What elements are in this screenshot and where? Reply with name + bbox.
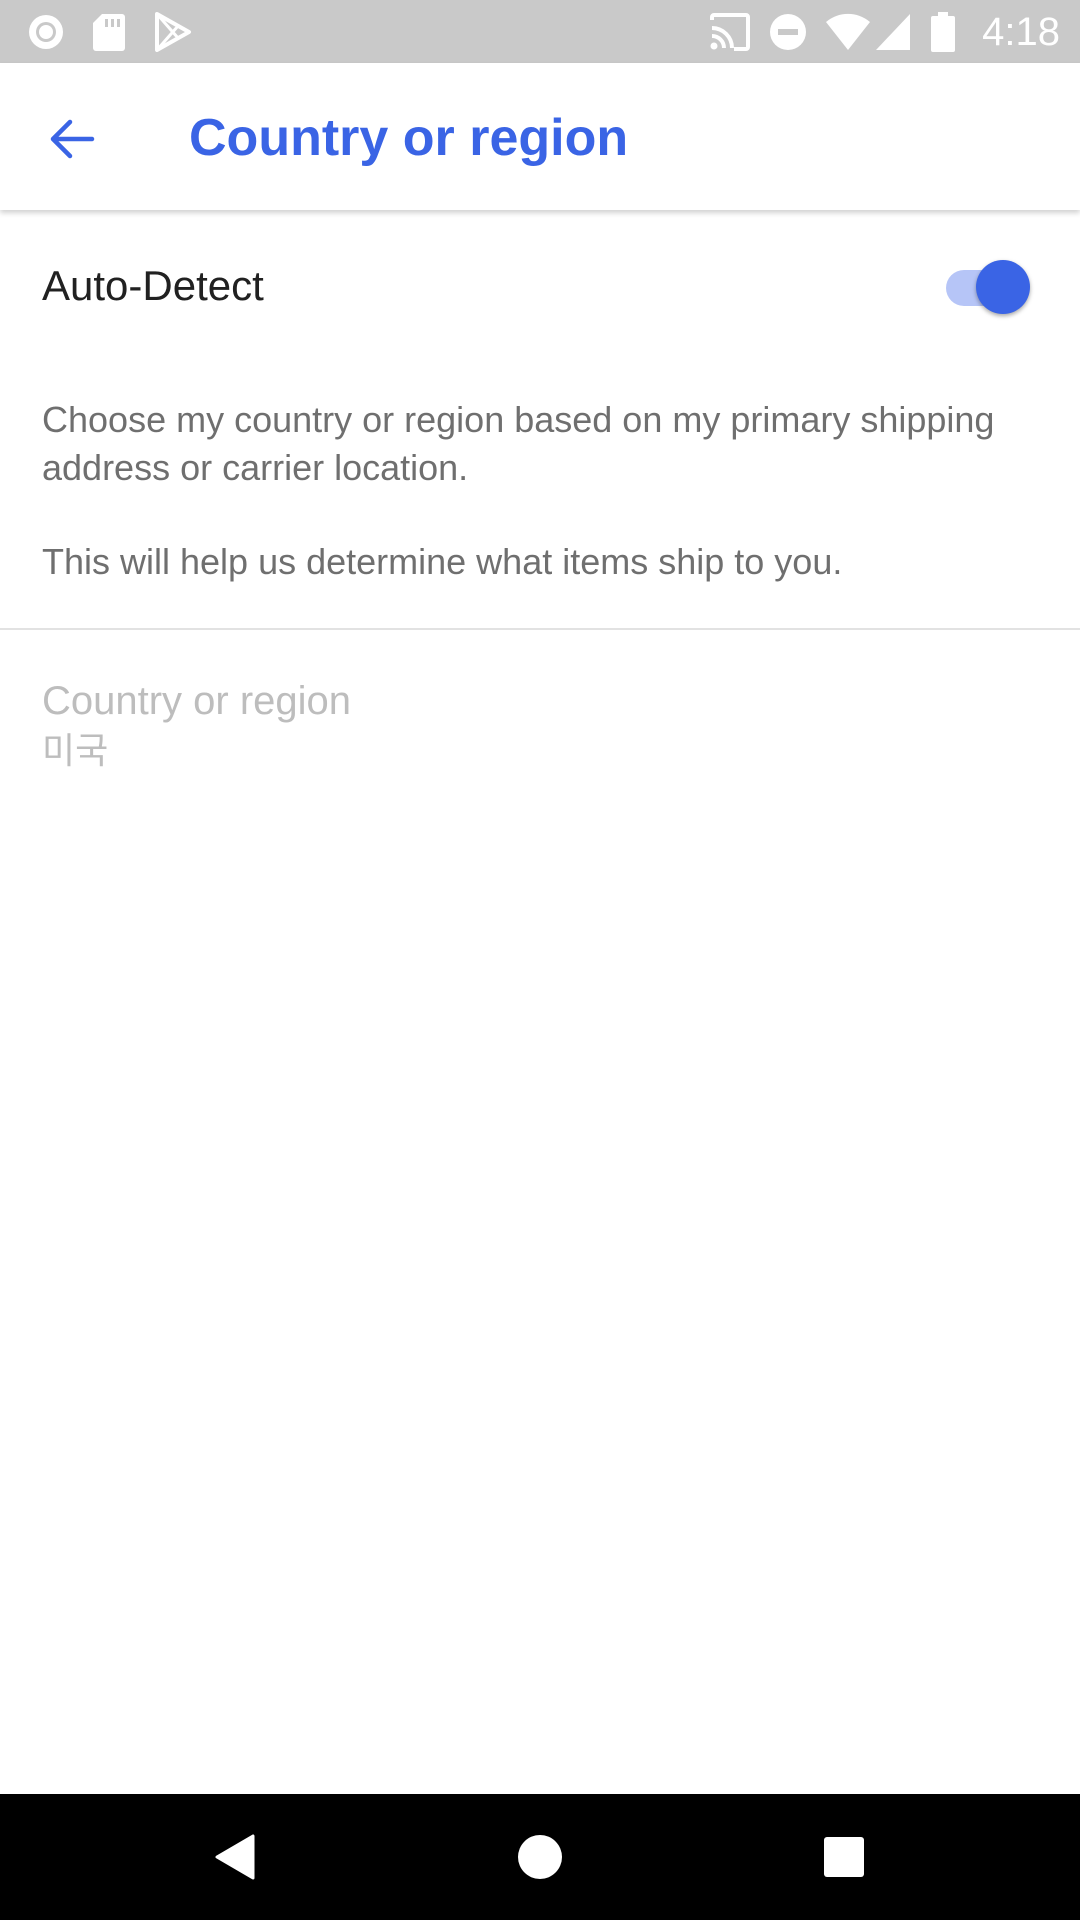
- back-button[interactable]: [28, 95, 116, 183]
- app-bar: Country or region: [0, 63, 1080, 210]
- record-icon: [29, 15, 63, 49]
- auto-detect-toggle[interactable]: [944, 254, 1032, 314]
- navigation-bar: [0, 1794, 1080, 1920]
- sd-card-icon: [93, 14, 125, 51]
- status-time: 4:18: [982, 10, 1060, 54]
- battery-icon: [931, 12, 955, 52]
- toggle-thumb: [976, 260, 1030, 314]
- page-title: Country or region: [189, 109, 629, 167]
- auto-detect-description: Choose my country or region based on my …: [42, 399, 995, 488]
- recents-square-icon: [824, 1837, 864, 1877]
- play-store-icon: [155, 12, 191, 52]
- nav-back-button[interactable]: [191, 1812, 281, 1902]
- do-not-disturb-icon: [770, 14, 806, 50]
- home-circle-icon: [518, 1835, 562, 1879]
- status-bar: 4:18: [0, 0, 1080, 63]
- nav-recents-button[interactable]: [799, 1812, 889, 1902]
- divider: [0, 628, 1080, 630]
- country-label: Country or region: [42, 679, 352, 723]
- auto-detect-help-text: This will help us determine what items s…: [42, 541, 843, 582]
- arrow-back-icon: [50, 119, 95, 159]
- cast-icon: [710, 13, 750, 51]
- auto-detect-label: Auto-Detect: [42, 262, 264, 309]
- wifi-icon: [826, 13, 870, 50]
- back-triangle-icon: [215, 1834, 255, 1880]
- signal-icon: [876, 14, 910, 50]
- nav-home-button[interactable]: [495, 1812, 585, 1902]
- country-value: 미국: [42, 731, 109, 772]
- auto-detect-row[interactable]: Auto-Detect: [0, 210, 1080, 358]
